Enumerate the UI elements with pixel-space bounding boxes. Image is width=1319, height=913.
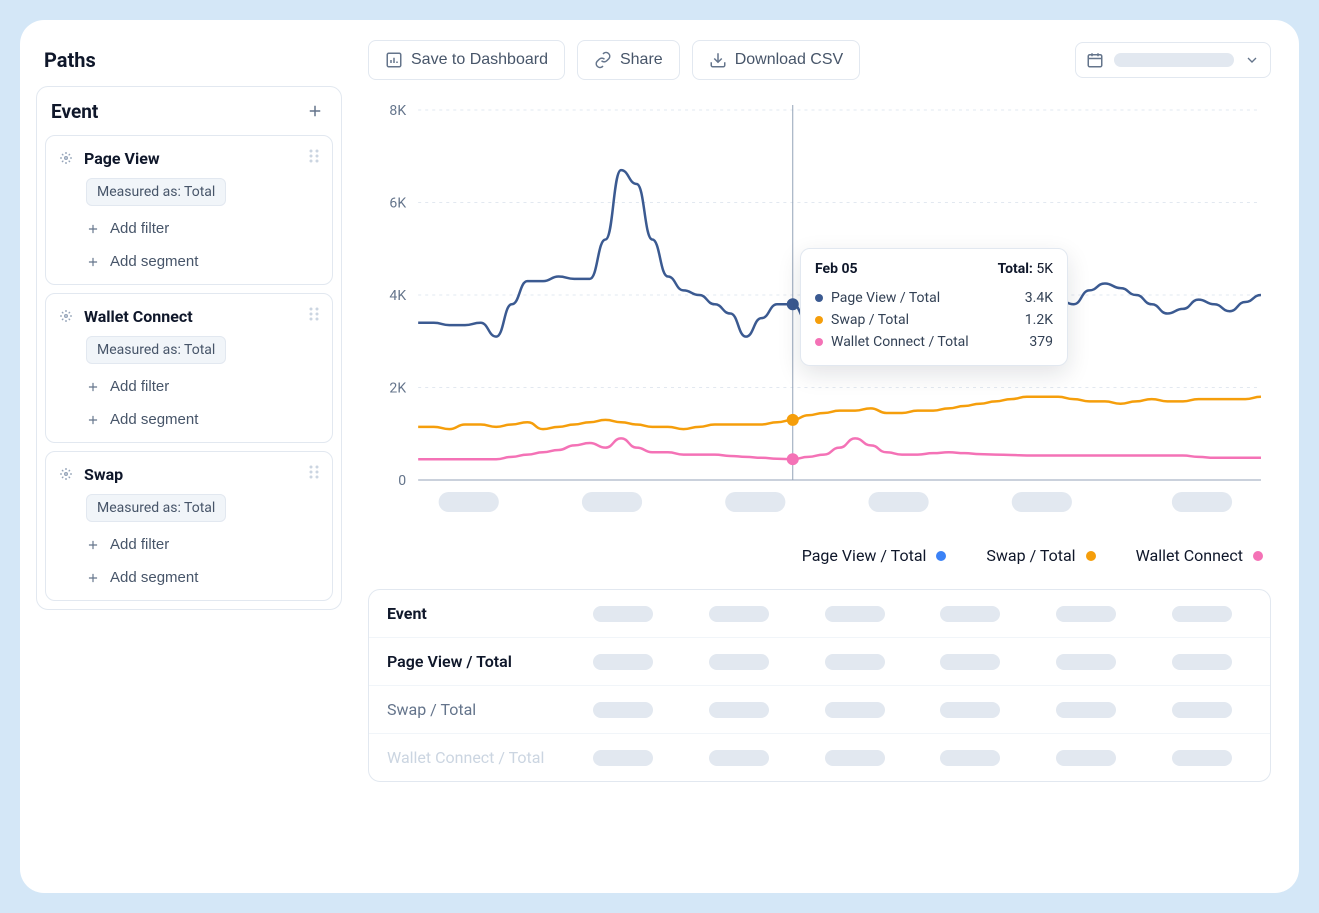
table-row: Swap / Total xyxy=(369,686,1270,734)
table-row: Wallet Connect / Total xyxy=(369,734,1270,781)
measured-badge[interactable]: Measured as: Total xyxy=(86,494,226,522)
measured-badge[interactable]: Measured as: Total xyxy=(86,336,226,364)
add-filter-button[interactable]: Add filter xyxy=(78,212,340,245)
cursor-icon xyxy=(58,150,74,166)
event-name: Page View xyxy=(84,149,298,168)
add-segment-button[interactable]: Add segment xyxy=(78,403,340,436)
data-table: Event Page View / Total Swap / Total Walle… xyxy=(368,589,1271,782)
share-button[interactable]: Share xyxy=(577,40,680,80)
event-card: Swap Measured as: Total Add filter Add s… xyxy=(45,451,333,601)
event-card: Page View Measured as: Total Add filter … xyxy=(45,135,333,285)
chevron-down-icon xyxy=(1244,52,1260,68)
chart-legend: Page View / Total Swap / Total Wallet Conn… xyxy=(368,530,1271,589)
chart: 0 2K 4K 6K 8K Feb 05 Total: 5K Page View / T… xyxy=(368,100,1271,530)
event-name: Swap xyxy=(84,465,298,484)
add-filter-button[interactable]: Add filter xyxy=(78,370,340,403)
svg-text:8K: 8K xyxy=(389,103,406,119)
table-header-event: Event xyxy=(387,604,557,623)
date-range-placeholder xyxy=(1114,53,1234,67)
drag-handle-icon[interactable] xyxy=(308,306,320,326)
sidebar: Paths Event Page View Measured as: Total… xyxy=(20,20,358,893)
main-content: Save to Dashboard Share Download CSV 0 2K… xyxy=(358,20,1299,893)
add-segment-button[interactable]: Add segment xyxy=(78,245,340,278)
save-dashboard-button[interactable]: Save to Dashboard xyxy=(368,40,565,80)
table-row-label: Page View / Total xyxy=(387,652,557,671)
table-header-row: Event xyxy=(369,590,1270,638)
tooltip-date: Feb 05 xyxy=(815,261,858,277)
event-card: Wallet Connect Measured as: Total Add fi… xyxy=(45,293,333,443)
svg-text:2K: 2K xyxy=(389,381,406,397)
event-name: Wallet Connect xyxy=(84,307,298,326)
add-segment-button[interactable]: Add segment xyxy=(78,561,340,594)
measured-badge[interactable]: Measured as: Total xyxy=(86,178,226,206)
page-title: Paths xyxy=(36,40,342,80)
cursor-icon xyxy=(58,466,74,482)
event-panel: Event Page View Measured as: Total Add f… xyxy=(36,86,342,610)
cursor-icon xyxy=(58,308,74,324)
legend-item[interactable]: Page View / Total xyxy=(802,546,947,565)
table-row-label: Wallet Connect / Total xyxy=(387,748,557,767)
chart-tooltip: Feb 05 Total: 5K Page View / Total3.4KSw… xyxy=(800,248,1068,366)
table-row-label: Swap / Total xyxy=(387,700,557,719)
svg-text:4K: 4K xyxy=(389,288,406,304)
tooltip-row: Swap / Total1.2K xyxy=(815,309,1053,331)
drag-handle-icon[interactable] xyxy=(308,464,320,484)
download-csv-button[interactable]: Download CSV xyxy=(692,40,861,80)
drag-handle-icon[interactable] xyxy=(308,148,320,168)
toolbar: Save to Dashboard Share Download CSV xyxy=(368,40,1271,80)
table-row: Page View / Total xyxy=(369,638,1270,686)
date-range-button[interactable] xyxy=(1075,42,1271,78)
legend-item[interactable]: Wallet Connect xyxy=(1136,546,1263,565)
tooltip-row: Wallet Connect / Total379 xyxy=(815,331,1053,353)
add-event-button[interactable] xyxy=(303,99,327,123)
panel-title: Event xyxy=(51,100,98,123)
add-filter-button[interactable]: Add filter xyxy=(78,528,340,561)
tooltip-row: Page View / Total3.4K xyxy=(815,287,1053,309)
svg-text:6K: 6K xyxy=(389,196,406,212)
svg-text:0: 0 xyxy=(398,473,406,489)
legend-item[interactable]: Swap / Total xyxy=(986,546,1095,565)
